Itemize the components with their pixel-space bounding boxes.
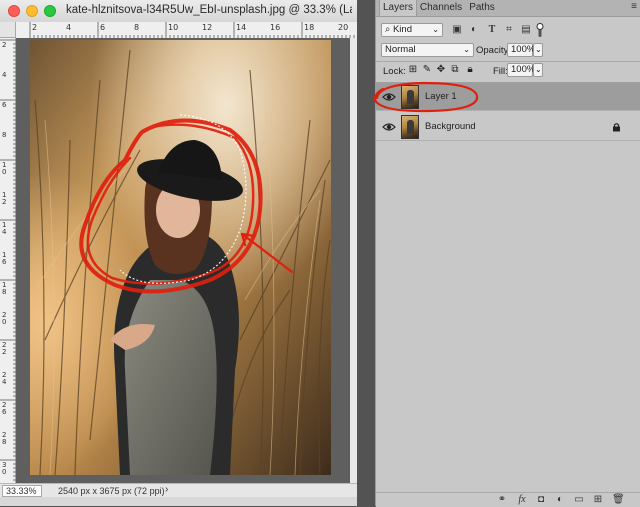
ruler-number: 2 xyxy=(32,23,38,32)
document-titlebar[interactable]: kate-hlznitsova-l34R5Uw_EbI-unsplash.jpg… xyxy=(0,0,357,23)
ruler-number: 3 0 xyxy=(2,461,7,476)
panel-divider xyxy=(376,61,640,62)
chevron-down-icon: ⌄ xyxy=(432,25,439,34)
group-icon[interactable]: ▭ xyxy=(573,494,585,506)
ruler-number: 6 xyxy=(2,101,7,109)
lock-artboard-icon[interactable]: ⧉ xyxy=(449,64,461,76)
layer-thumbnail xyxy=(401,115,419,139)
link-icon[interactable]: ⚭ xyxy=(496,494,508,506)
document-title: kate-hlznitsova-l34R5Uw_EbI-unsplash.jpg… xyxy=(66,4,352,16)
ruler-number: 8 xyxy=(2,131,7,139)
opacity-field[interactable]: 100% xyxy=(507,43,535,57)
blend-mode-select[interactable]: Normal ⌄ xyxy=(381,43,474,57)
ruler-number: 4 xyxy=(66,23,72,32)
visibility-eye-icon[interactable] xyxy=(382,90,396,104)
fx-icon[interactable]: fx xyxy=(516,494,528,506)
window-close-button[interactable] xyxy=(8,5,20,17)
document-info: 2540 px x 3675 px (72 ppi) xyxy=(58,486,165,496)
document-photo[interactable] xyxy=(30,40,331,475)
horizontal-ruler[interactable]: 2 4 6 8 10 12 14 16 18 20 xyxy=(16,22,357,39)
adjustment-filter-icon[interactable]: ◐ xyxy=(468,24,480,36)
layer-name[interactable]: Layer 1 xyxy=(425,91,457,102)
pixel-filter-icon[interactable]: ▣ xyxy=(451,24,463,36)
kind-filter-select[interactable]: ⌕ Kind ⌄ xyxy=(381,23,443,37)
tab-layers[interactable]: Layers xyxy=(379,0,417,16)
ruler-origin[interactable] xyxy=(0,22,16,38)
panel-menu-icon[interactable]: ≡ xyxy=(631,1,637,12)
ruler-number: 1 2 xyxy=(2,191,7,206)
layers-panel: Layers Channels Paths ≡ ⌕ Kind ⌄ ▣ ◐ T ⌗… xyxy=(375,0,640,507)
panel-tab-bar: Layers Channels Paths ≡ xyxy=(376,0,640,17)
kind-filter-label: Kind xyxy=(392,24,412,35)
status-menu-arrow-icon[interactable]: › xyxy=(165,484,168,495)
ruler-number: 2 4 xyxy=(2,371,7,386)
search-icon: ⌕ xyxy=(385,24,393,35)
chevron-down-icon: ⌄ xyxy=(463,45,470,54)
vertical-scrollbar[interactable] xyxy=(350,38,357,483)
ruler-number: 20 xyxy=(338,23,349,32)
type-filter-icon[interactable]: T xyxy=(486,24,498,36)
ruler-number: 18 xyxy=(304,23,315,32)
window-minimize-button[interactable] xyxy=(26,5,38,17)
chevron-down-icon: ⌄ xyxy=(535,45,542,54)
vertical-ruler[interactable]: 2 4 6 8 1 0 1 2 1 4 1 6 1 8 2 0 2 2 2 4 2 6 2 8 3 0 xyxy=(0,38,16,483)
layer-row-background[interactable]: Background xyxy=(376,113,640,141)
layers-list: Layer 1 Background xyxy=(376,82,640,493)
tab-paths[interactable]: Paths xyxy=(466,0,498,16)
lock-label: Lock: xyxy=(383,66,406,77)
window-maximize-button[interactable] xyxy=(44,5,56,17)
photo-figure-cardigan xyxy=(124,280,217,475)
ruler-number: 4 xyxy=(2,71,7,79)
ruler-number: 1 4 xyxy=(2,221,7,236)
ruler-number: 8 xyxy=(134,23,140,32)
mask-icon[interactable]: ◘ xyxy=(535,494,547,506)
status-bar: 33.33% 2540 px x 3675 px (72 ppi) › xyxy=(0,483,357,498)
new-layer-icon[interactable]: ⊞ xyxy=(592,494,604,506)
layer-thumbnail xyxy=(401,85,419,109)
lock-all-icon[interactable]: 🔒︎ xyxy=(464,64,476,76)
ruler-number: 2 6 xyxy=(2,401,7,416)
shape-filter-icon[interactable]: ⌗ xyxy=(503,24,515,36)
chevron-down-icon: ⌄ xyxy=(535,65,542,74)
ruler-number: 12 xyxy=(202,23,213,32)
layer-lock-icon[interactable] xyxy=(612,122,621,132)
smart-object-filter-icon[interactable]: ▤ xyxy=(520,24,532,36)
ruler-number: 1 8 xyxy=(2,281,7,296)
ruler-number: 10 xyxy=(168,23,179,32)
layers-panel-footer: ⚭ fx ◘ ◐ ▭ ⊞ 🗑︎ xyxy=(376,492,640,507)
visibility-eye-icon[interactable] xyxy=(382,120,396,134)
ruler-number: 2 0 xyxy=(2,311,7,326)
ruler-number: 1 0 xyxy=(2,161,7,176)
fill-field[interactable]: 100% xyxy=(507,63,535,77)
layer-row-layer-1[interactable]: Layer 1 xyxy=(376,83,640,111)
ruler-number: 1 6 xyxy=(2,251,7,266)
ruler-number: 6 xyxy=(100,23,106,32)
ruler-number: 14 xyxy=(236,23,247,32)
filter-toggle-icon[interactable] xyxy=(536,23,544,37)
blend-mode-value: Normal xyxy=(385,44,416,55)
fill-label: Fill: xyxy=(493,66,508,77)
tab-channels[interactable]: Channels xyxy=(419,0,463,16)
ruler-number: 2 2 xyxy=(2,341,7,356)
ruler-number: 16 xyxy=(270,23,281,32)
adjustment-icon[interactable]: ◐ xyxy=(554,494,566,506)
opacity-slider-toggle[interactable]: ⌄ xyxy=(533,43,543,57)
opacity-label: Opacity: xyxy=(476,45,511,56)
document-window: kate-hlznitsova-l34R5Uw_EbI-unsplash.jpg… xyxy=(0,0,357,506)
lock-image-pixels-icon[interactable]: ✎ xyxy=(421,64,433,76)
ruler-number: 2 xyxy=(2,41,7,49)
trash-icon[interactable]: 🗑︎ xyxy=(612,494,625,506)
zoom-level-field[interactable]: 33.33% xyxy=(2,485,42,497)
fill-slider-toggle[interactable]: ⌄ xyxy=(533,63,543,77)
lock-position-icon[interactable]: ✥ xyxy=(435,64,447,76)
lock-transparent-pixels-icon[interactable]: ⊞ xyxy=(407,64,419,76)
layer-name[interactable]: Background xyxy=(425,121,476,132)
ruler-number: 2 8 xyxy=(2,431,7,446)
document-window-bottom xyxy=(0,497,357,506)
